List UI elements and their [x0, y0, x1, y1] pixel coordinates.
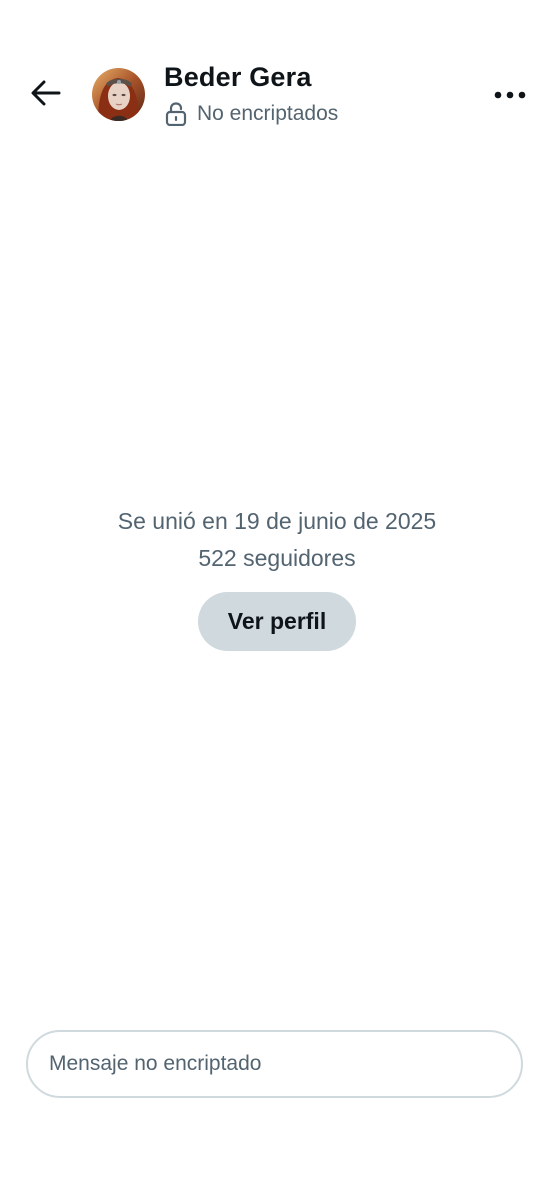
encryption-status-label: No encriptados	[197, 102, 339, 125]
back-button[interactable]	[22, 74, 70, 116]
message-input[interactable]	[47, 1051, 491, 1077]
follower-count: 522 seguidores	[198, 545, 356, 571]
avatar[interactable]	[92, 68, 145, 121]
conversation-header: Beder Gera No encriptados	[0, 60, 554, 130]
view-profile-button[interactable]: Ver perfil	[198, 592, 356, 651]
joined-date: Se unió en 19 de junio de 2025	[117, 508, 437, 534]
contact-name[interactable]: Beder Gera	[164, 62, 312, 93]
encryption-status: No encriptados	[164, 100, 338, 128]
profile-summary: Se unió en 19 de junio de 2025 522 segui…	[0, 503, 554, 577]
arrow-left-icon	[31, 80, 61, 111]
unlocked-lock-icon	[164, 102, 188, 126]
more-button[interactable]	[488, 74, 532, 116]
more-horizontal-icon	[494, 86, 526, 104]
message-composer[interactable]	[26, 1030, 523, 1098]
